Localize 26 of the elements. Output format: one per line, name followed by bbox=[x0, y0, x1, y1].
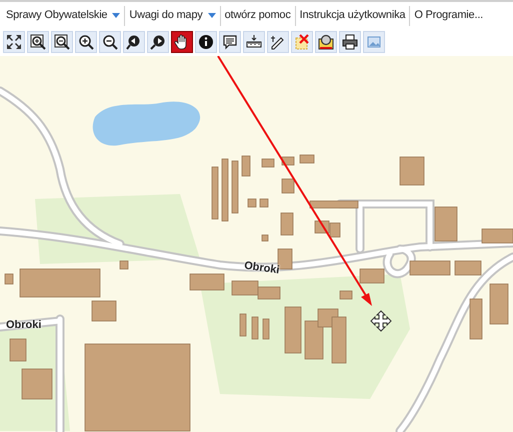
zoom-window-out-icon bbox=[54, 34, 70, 50]
magnifier-right-arrow-icon bbox=[150, 34, 166, 50]
menu-item[interactable]: Instrukcja użytkownika bbox=[294, 6, 410, 26]
zoom-out-icon bbox=[102, 34, 118, 50]
caret-icon bbox=[208, 13, 216, 18]
speech-bubble-icon bbox=[222, 34, 238, 50]
info-icon bbox=[198, 34, 214, 50]
magnifier-map-icon bbox=[318, 34, 334, 50]
menu-item[interactable]: O Programie... bbox=[409, 6, 488, 26]
magnifier-left-arrow-icon bbox=[126, 34, 142, 50]
image-icon bbox=[366, 34, 382, 50]
street-label: Obroki bbox=[243, 260, 280, 276]
print-icon bbox=[342, 34, 358, 50]
ruler-icon bbox=[246, 34, 262, 50]
cross-document-icon bbox=[294, 34, 310, 50]
zoom-in-icon bbox=[78, 34, 94, 50]
pencil-icon bbox=[270, 34, 286, 50]
caret-icon bbox=[112, 13, 120, 18]
dropdown-menu[interactable]: Sprawy Obywatelskie bbox=[2, 6, 124, 26]
move-cursor-icon bbox=[370, 310, 392, 332]
dropdown-menu[interactable]: Uwagi do mapy bbox=[124, 6, 220, 26]
expand-icon bbox=[6, 34, 22, 50]
menu-item[interactable]: otwórz pomoc bbox=[220, 6, 295, 26]
toolbar-button[interactable] bbox=[171, 30, 193, 52]
street-label: Obroki bbox=[6, 320, 42, 331]
zoom-window-in-icon bbox=[30, 34, 46, 50]
